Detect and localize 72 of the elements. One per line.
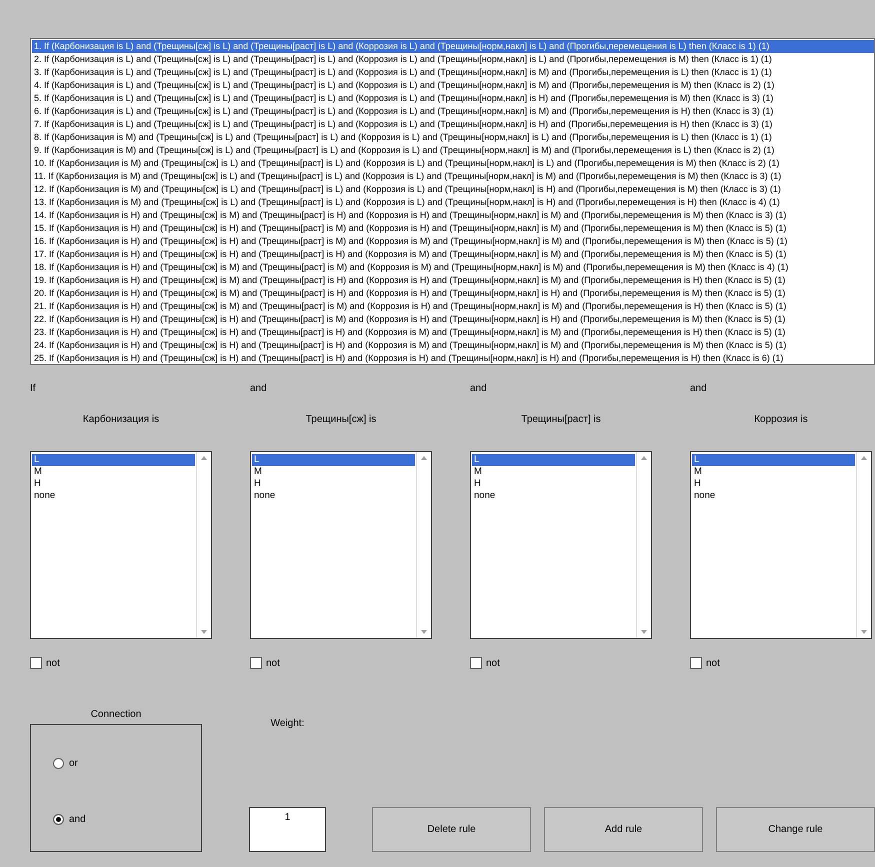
list-option[interactable]: M (692, 466, 855, 478)
rule-item[interactable]: 20. If (Карбонизация is H) and (Трещины[сж] is M) and (Трещины[раст] is H) and (Коррозия is H) and (Трещины[норм,накл] is H) and (Прогибы,перемещения is M) then (Класс is 5) (1) (32, 287, 874, 300)
rule-item[interactable]: 4. If (Карбонизация is L) and (Трещины[сж] is L) and (Трещины[раст] is L) and (Коррозия is L) and (Трещины[норм,накл] is M) and (Прогибы,перемещения is M) then (Класс is 2) (1) (32, 79, 874, 92)
rule-list[interactable] (30, 38, 875, 365)
list-option[interactable]: L (32, 454, 195, 466)
input-label: Трещины[раст] is (521, 414, 601, 425)
rule-item[interactable]: 7. If (Карбонизация is L) and (Трещины[сж] is L) and (Трещины[раст] is L) and (Коррозия is L) and (Трещины[норм,накл] is H) and (Прогибы,перемещения is H) then (Класс is 3) (1) (32, 118, 874, 131)
rule-item[interactable]: 6. If (Карбонизация is L) and (Трещины[сж] is L) and (Трещины[раст] is L) and (Коррозия is L) and (Трещины[норм,накл] is M) and (Прогибы,перемещения is H) then (Класс is 3) (1) (32, 105, 874, 118)
membership-listbox[interactable]: L M H none (30, 451, 212, 639)
rule-item[interactable]: 8. If (Карбонизация is M) and (Трещины[сж] is L) and (Трещины[раст] is L) and (Коррозия is L) and (Трещины[норм,накл] is L) and (Прогибы,перемещения is L) then (Класс is 1) (1) (32, 131, 874, 144)
radio-label: and (69, 814, 86, 824)
rule-item[interactable]: 10. If (Карбонизация is M) and (Трещины[сж] is L) and (Трещины[раст] is L) and (Коррозия is L) and (Трещины[норм,накл] is L) and (Прогибы,перемещения is M) then (Класс is 2) (1) (32, 157, 874, 170)
weight-field[interactable]: 1 (249, 807, 326, 852)
rule-item[interactable]: 13. If (Карбонизация is M) and (Трещины[сж] is L) and (Трещины[раст] is L) and (Коррозия is L) and (Трещины[норм,накл] is H) and (Прогибы,перемещения is H) then (Класс is 4) (1) (32, 196, 874, 209)
membership-listbox[interactable]: L M H none (250, 451, 432, 639)
rule-item[interactable]: 1. If (Карбонизация is L) and (Трещины[сж] is L) and (Трещины[раст] is L) and (Коррозия is L) and (Трещины[норм,накл] is L) and (Прогибы,перемещения is L) then (Класс is 1) (1) (32, 40, 874, 53)
connective-label: and (470, 383, 487, 394)
rule-item[interactable]: 17. If (Карбонизация is H) and (Трещины[сж] is H) and (Трещины[раст] is H) and (Коррозия is M) and (Трещины[норм,накл] is M) and (Прогибы,перемещения is M) then (Класс is 5) (1) (32, 248, 874, 261)
list-option[interactable]: none (252, 490, 415, 502)
rule-item[interactable]: 11. If (Карбонизация is M) and (Трещины[сж] is L) and (Трещины[раст] is L) and (Коррозия is L) and (Трещины[норм,накл] is M) and (Прогибы,перемещения is M) then (Класс is 3) (1) (32, 170, 874, 183)
rule-item[interactable]: 2. If (Карбонизация is L) and (Трещины[сж] is L) and (Трещины[раст] is L) and (Коррозия is L) and (Трещины[норм,накл] is L) and (Прогибы,перемещения is M) then (Класс is 1) (1) (32, 53, 874, 66)
list-option[interactable]: L (472, 454, 635, 466)
radio-button[interactable] (53, 814, 64, 824)
checkbox-label: not (266, 658, 280, 668)
list-option[interactable]: none (472, 490, 635, 502)
rule-item[interactable]: 21. If (Карбонизация is H) and (Трещины[сж] is M) and (Трещины[раст] is M) and (Коррозия is H) and (Трещины[норм,накл] is M) and (Прогибы,перемещения is H) then (Класс is 5) (1) (32, 300, 874, 313)
rule-item[interactable]: 19. If (Карбонизация is H) and (Трещины[сж] is M) and (Трещины[раст] is H) and (Коррозия is H) and (Трещины[норм,накл] is M) and (Прогибы,перемещения is H) then (Класс is 5) (1) (32, 274, 874, 287)
membership-listbox[interactable]: L M H none (470, 451, 652, 639)
rule-item[interactable]: 12. If (Карбонизация is M) and (Трещины[сж] is L) and (Трещины[раст] is L) and (Коррозия is L) and (Трещины[норм,накл] is H) and (Прогибы,перемещения is M) then (Класс is 3) (1) (32, 183, 874, 196)
connective-label: and (250, 383, 267, 394)
action-button[interactable]: Change rule (716, 807, 875, 852)
rule-item[interactable]: 16. If (Карбонизация is H) and (Трещины[сж] is H) and (Трещины[раст] is M) and (Коррозия is M) and (Трещины[норм,накл] is M) and (Прогибы,перемещения is M) then (Класс is 5) (1) (32, 235, 874, 248)
rule-item[interactable]: 18. If (Карбонизация is H) and (Трещины[сж] is M) and (Трещины[раст] is M) and (Коррозия is M) and (Трещины[норм,накл] is M) and (Прогибы,перемещения is M) then (Класс is 4) (1) (32, 261, 874, 274)
input-label: Коррозия is (754, 414, 808, 425)
action-button[interactable]: Delete rule (372, 807, 531, 852)
membership-listbox[interactable]: L M H none (690, 451, 872, 639)
list-option[interactable]: H (472, 478, 635, 490)
rule-item[interactable]: 15. If (Карбонизация is H) and (Трещины[сж] is H) and (Трещины[раст] is M) and (Коррозия is H) and (Трещины[норм,накл] is M) and (Прогибы,перемещения is M) then (Класс is 5) (1) (32, 222, 874, 235)
rule-item[interactable]: 22. If (Карбонизация is H) and (Трещины[сж] is H) and (Трещины[раст] is M) and (Коррозия is H) and (Трещины[норм,накл] is H) and (Прогибы,перемещения is M) then (Класс is 5) (1) (32, 313, 874, 326)
group-title: Connection (90, 709, 142, 720)
list-option[interactable]: H (32, 478, 195, 490)
list-option[interactable]: H (692, 478, 855, 490)
connective-label: If (30, 383, 36, 394)
rule-item[interactable]: 5. If (Карбонизация is L) and (Трещины[сж] is L) and (Трещины[раст] is L) and (Коррозия is L) and (Трещины[норм,накл] is H) and (Прогибы,перемещения is M) then (Класс is 3) (1) (32, 92, 874, 105)
not-checkbox[interactable] (690, 657, 702, 669)
checkbox-label: not (486, 658, 500, 668)
list-option[interactable]: H (252, 478, 415, 490)
list-option[interactable]: L (692, 454, 855, 466)
list-option[interactable]: L (252, 454, 415, 466)
not-checkbox[interactable] (30, 657, 42, 669)
rule-item[interactable]: 14. If (Карбонизация is H) and (Трещины[сж] is M) and (Трещины[раст] is H) and (Коррозия is H) and (Трещины[норм,накл] is M) and (Прогибы,перемещения is M) then (Класс is 3) (1) (32, 209, 874, 222)
list-option[interactable]: none (32, 490, 195, 502)
checkbox-label: not (46, 658, 60, 668)
radio-button[interactable] (53, 758, 64, 768)
rule-item[interactable]: 24. If (Карбонизация is H) and (Трещины[сж] is H) and (Трещины[раст] is H) and (Коррозия is M) and (Трещины[норм,накл] is M) and (Прогибы,перемещения is M) then (Класс is 5) (1) (32, 339, 874, 352)
checkbox-label: not (706, 658, 720, 668)
radio-label: or (69, 758, 78, 768)
not-checkbox[interactable] (470, 657, 482, 669)
rule-item[interactable]: 25. If (Карбонизация is H) and (Трещины[сж] is H) and (Трещины[раст] is H) and (Коррозия is H) and (Трещины[норм,накл] is H) and (Прогибы,перемещения is H) then (Класс is 6) (1) (32, 352, 874, 364)
list-option[interactable]: none (692, 490, 855, 502)
weight-label: Weight: (270, 718, 304, 729)
not-checkbox[interactable] (250, 657, 262, 669)
input-label: Трещины[сж] is (306, 414, 376, 425)
list-option[interactable]: M (472, 466, 635, 478)
rule-item[interactable]: 23. If (Карбонизация is H) and (Трещины[сж] is H) and (Трещины[раст] is H) and (Коррозия is M) and (Трещины[норм,накл] is M) and (Прогибы,перемещения is H) then (Класс is 5) (1) (32, 326, 874, 339)
input-label: Карбонизация is (82, 414, 160, 425)
action-button[interactable]: Add rule (544, 807, 703, 852)
rule-item[interactable]: 3. If (Карбонизация is L) and (Трещины[сж] is L) and (Трещины[раст] is L) and (Коррозия is L) and (Трещины[норм,накл] is M) and (Прогибы,перемещения is L) then (Класс is 1) (1) (32, 66, 874, 79)
connective-label: and (690, 383, 707, 394)
list-option[interactable]: M (252, 466, 415, 478)
list-option[interactable]: M (32, 466, 195, 478)
rule-item[interactable]: 9. If (Карбонизация is M) and (Трещины[сж] is L) and (Трещины[раст] is L) and (Коррозия is L) and (Трещины[норм,накл] is M) and (Прогибы,перемещения is L) then (Класс is 2) (1) (32, 144, 874, 157)
